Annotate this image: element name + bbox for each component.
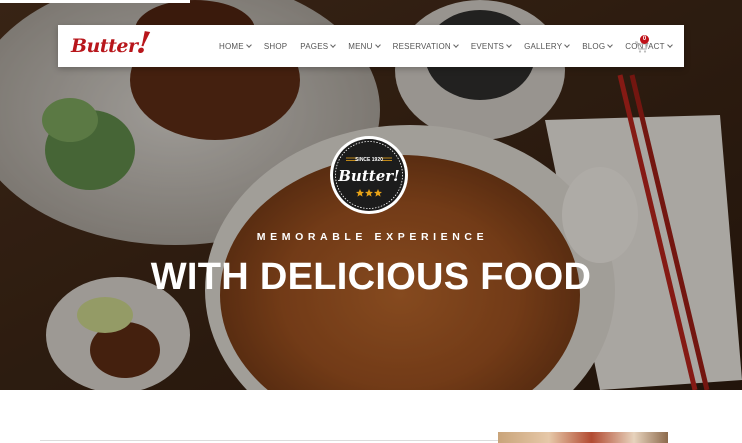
chevron-down-icon [453, 41, 459, 48]
chevron-down-icon [330, 41, 337, 48]
brand-logo[interactable]: Butter! [71, 25, 152, 63]
brand-badge-emblem: SINCE 1920 Butter! [329, 135, 409, 215]
nav-item-label: HOME [219, 41, 244, 51]
badge-since-text: SINCE 1920 [355, 157, 383, 163]
page: Butter! HOME SHOP PAGES MENU RESERVATION… [0, 0, 742, 443]
nav-item-label: PAGES [300, 41, 329, 51]
hero-tagline: MEMORABLE EXPERIENCE [256, 231, 489, 243]
chevron-down-icon [564, 41, 571, 48]
chevron-down-icon [374, 41, 381, 48]
nav-item-home[interactable]: HOME [219, 41, 252, 51]
nav-item-gallery[interactable]: GALLERY [524, 41, 571, 51]
nav-item-reservation[interactable]: RESERVATION [392, 41, 459, 51]
nav-item-label: RESERVATION [392, 41, 451, 51]
badge-brand-text: Butter! [337, 167, 399, 185]
nav-item-blog[interactable]: BLOG [582, 41, 614, 51]
nav-item-label: MENU [348, 41, 373, 51]
nav-item-shop[interactable]: SHOP [264, 42, 287, 51]
divider [40, 440, 498, 441]
brand-mark: ! [134, 24, 153, 62]
brand-name: Butter [71, 35, 138, 57]
cart-button[interactable]: 0 [633, 35, 649, 54]
cart-count-badge: 0 [640, 35, 649, 44]
nav-item-menu[interactable]: MENU [348, 41, 381, 51]
food-thumbnail-image [498, 432, 668, 443]
nav-item-pages[interactable]: PAGES [300, 41, 337, 51]
main-navbar: Butter! HOME SHOP PAGES MENU RESERVATION… [58, 25, 684, 67]
chevron-down-icon [607, 41, 614, 48]
chevron-down-icon [666, 41, 673, 48]
top-strip [0, 0, 190, 3]
chevron-down-icon [245, 41, 252, 48]
nav-item-label: BLOG [582, 41, 606, 51]
nav-item-events[interactable]: EVENTS [470, 41, 512, 51]
chevron-down-icon [506, 41, 512, 48]
nav-menu: HOME SHOP PAGES MENU RESERVATION EVENTS … [219, 25, 685, 67]
nav-item-label: SHOP [263, 41, 288, 51]
nav-item-label: EVENTS [470, 41, 505, 51]
nav-item-label: GALLERY [524, 41, 563, 51]
hero-headline: WITH DELICIOUS FOOD [150, 256, 592, 298]
